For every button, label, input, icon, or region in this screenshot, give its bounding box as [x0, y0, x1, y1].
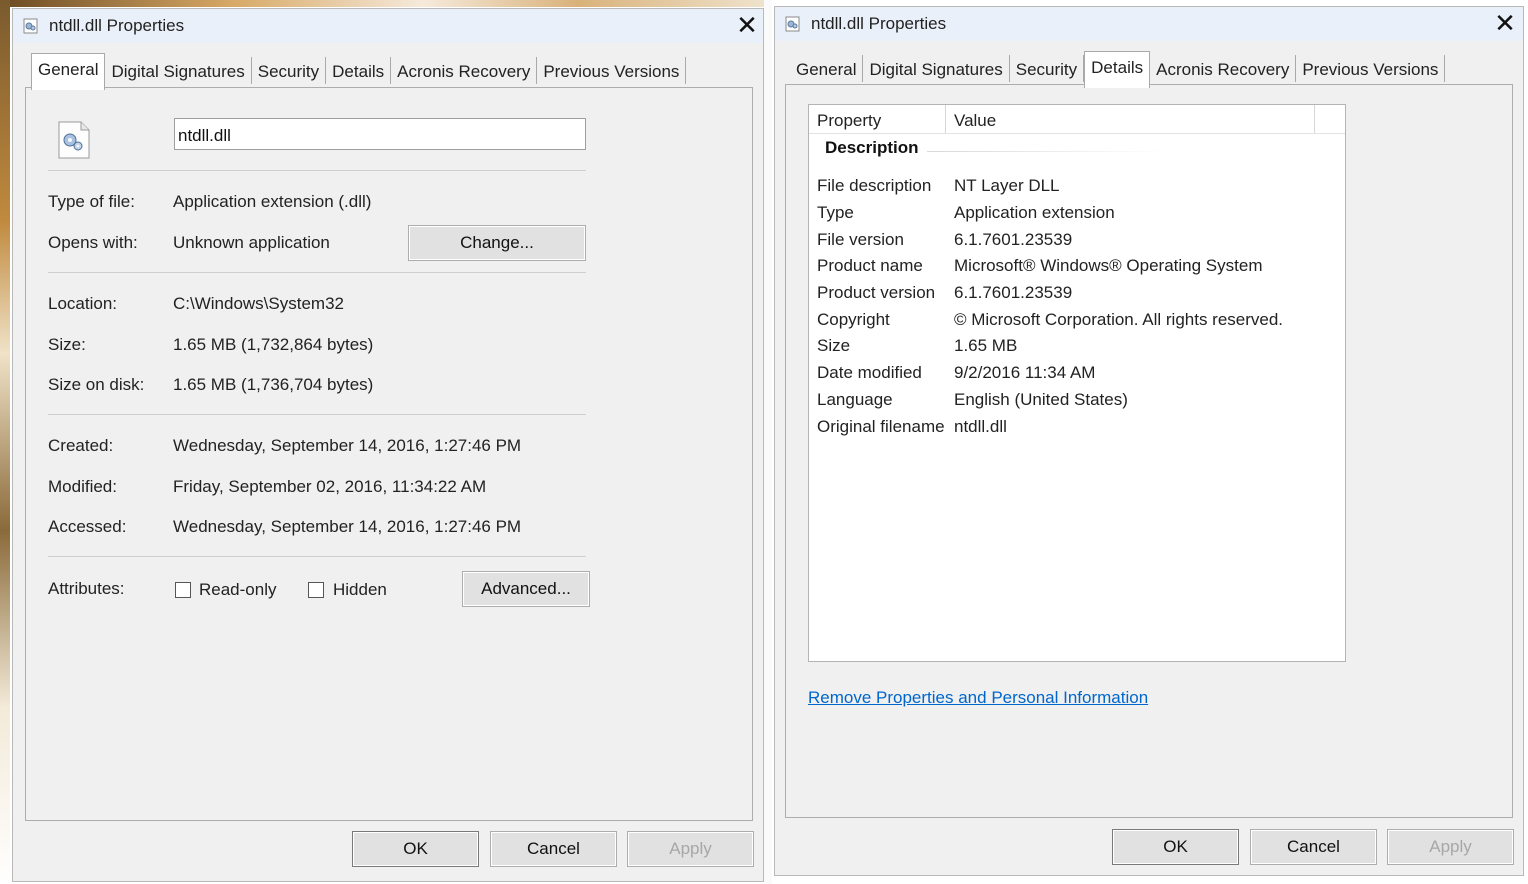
advanced-button[interactable]: Advanced...: [462, 571, 590, 607]
divider: [48, 170, 586, 171]
file-name-input[interactable]: [174, 118, 586, 150]
ok-button[interactable]: OK: [352, 831, 479, 867]
title-bar[interactable]: ntdll.dll Properties ✕: [775, 7, 1523, 41]
readonly-label[interactable]: Read-only: [199, 580, 277, 600]
property-value: English (United States): [954, 390, 1128, 409]
opens-with-label: Opens with:: [48, 233, 138, 252]
property-value: NT Layer DLL: [954, 176, 1060, 195]
accessed-value: Wednesday, September 14, 2016, 1:27:46 P…: [173, 517, 522, 536]
tab-security[interactable]: Security: [1010, 55, 1085, 82]
properties-window-general: ntdll.dll Properties ✕ General Digital S…: [12, 8, 764, 882]
property-name: Product name: [817, 256, 923, 275]
background-edge: [0, 0, 770, 7]
ok-button[interactable]: OK: [1112, 829, 1239, 865]
hidden-checkbox[interactable]: [308, 582, 324, 598]
property-name: Product version: [817, 283, 936, 302]
cancel-button[interactable]: Cancel: [1250, 829, 1377, 865]
size-on-disk-label: Size on disk:: [48, 375, 145, 394]
group-divider: [927, 151, 1167, 152]
close-icon[interactable]: ✕: [733, 13, 761, 39]
tab-digital-signatures[interactable]: Digital Signatures: [863, 55, 1010, 82]
tab-general[interactable]: General: [31, 53, 106, 90]
property-value: Microsoft® Windows® Operating System: [954, 256, 1263, 275]
property-name: File version: [817, 230, 904, 249]
modified-label: Modified:: [48, 477, 117, 496]
tab-strip: General Digital Signatures Security Deta…: [790, 51, 1446, 88]
attributes-label: Attributes:: [48, 579, 125, 598]
property-name: Size: [817, 336, 851, 355]
property-name: Type: [817, 203, 854, 222]
hidden-label[interactable]: Hidden: [333, 580, 387, 600]
properties-window-details: ntdll.dll Properties ✕ General Digital S…: [774, 6, 1524, 876]
tab-acronis-recovery[interactable]: Acronis Recovery: [1150, 55, 1297, 82]
size-label: Size:: [48, 335, 86, 354]
type-of-file-value: Application extension (.dll): [173, 192, 372, 211]
remove-properties-link[interactable]: Remove Properties and Personal Informati…: [808, 688, 1148, 708]
property-value: © Microsoft Corporation. All rights rese…: [954, 310, 1284, 329]
created-label: Created:: [48, 436, 114, 455]
column-value[interactable]: Value: [946, 105, 1315, 133]
property-name: Original filename: [817, 417, 945, 436]
type-of-file-label: Type of file:: [48, 192, 135, 211]
tab-strip: General Digital Signatures Security Deta…: [31, 53, 687, 90]
window-title: ntdll.dll Properties: [49, 16, 185, 35]
property-name: Copyright: [817, 310, 890, 329]
change-button[interactable]: Change...: [408, 225, 586, 261]
general-panel: Type of file: Application extension (.dl…: [25, 87, 753, 821]
screenshot-gap: [764, 0, 772, 884]
tab-details[interactable]: Details: [1084, 51, 1151, 88]
property-value: ntdll.dll: [954, 417, 1007, 436]
tab-acronis-recovery[interactable]: Acronis Recovery: [391, 57, 538, 84]
readonly-checkbox[interactable]: [175, 582, 191, 598]
details-list[interactable]: Property Value Description File descript…: [808, 104, 1346, 662]
property-name: Date modified: [817, 363, 922, 382]
property-value: 1.65 MB: [954, 336, 1018, 355]
tab-general[interactable]: General: [790, 55, 864, 82]
tab-previous-versions[interactable]: Previous Versions: [537, 57, 687, 84]
divider: [48, 556, 586, 557]
background-edge-left: [0, 0, 10, 884]
property-value: 6.1.7601.23539: [954, 283, 1073, 302]
divider: [48, 272, 586, 273]
opens-with-value: Unknown application: [173, 233, 330, 252]
dll-file-icon: [23, 18, 38, 34]
title-bar[interactable]: ntdll.dll Properties ✕: [13, 9, 763, 43]
window-title: ntdll.dll Properties: [811, 14, 947, 33]
modified-value: Friday, September 02, 2016, 11:34:22 AM: [173, 477, 487, 496]
property-name: File description: [817, 176, 932, 195]
property-value: Application extension: [954, 203, 1115, 222]
group-header-description: Description: [825, 138, 919, 157]
cancel-button[interactable]: Cancel: [490, 831, 617, 867]
property-name: Language: [817, 390, 893, 409]
divider: [48, 414, 586, 415]
tab-details[interactable]: Details: [326, 57, 392, 84]
tab-security[interactable]: Security: [252, 57, 327, 84]
dll-file-icon: [785, 16, 800, 32]
location-value: C:\Windows\System32: [173, 294, 344, 313]
accessed-label: Accessed:: [48, 517, 127, 536]
close-icon[interactable]: ✕: [1491, 11, 1519, 37]
details-panel: Property Value Description File descript…: [785, 84, 1513, 818]
list-header: Property Value: [809, 105, 1345, 134]
dll-file-icon: [58, 121, 90, 159]
property-value: 9/2/2016 11:34 AM: [954, 363, 1096, 382]
property-value: 6.1.7601.23539: [954, 230, 1073, 249]
size-value: 1.65 MB (1,732,864 bytes): [173, 335, 374, 354]
apply-button[interactable]: Apply: [627, 831, 754, 867]
tab-digital-signatures[interactable]: Digital Signatures: [105, 57, 252, 84]
created-value: Wednesday, September 14, 2016, 1:27:46 P…: [173, 436, 522, 455]
tab-previous-versions[interactable]: Previous Versions: [1296, 55, 1446, 82]
apply-button[interactable]: Apply: [1387, 829, 1514, 865]
size-on-disk-value: 1.65 MB (1,736,704 bytes): [173, 375, 374, 394]
column-property[interactable]: Property: [809, 105, 946, 133]
location-label: Location:: [48, 294, 117, 313]
